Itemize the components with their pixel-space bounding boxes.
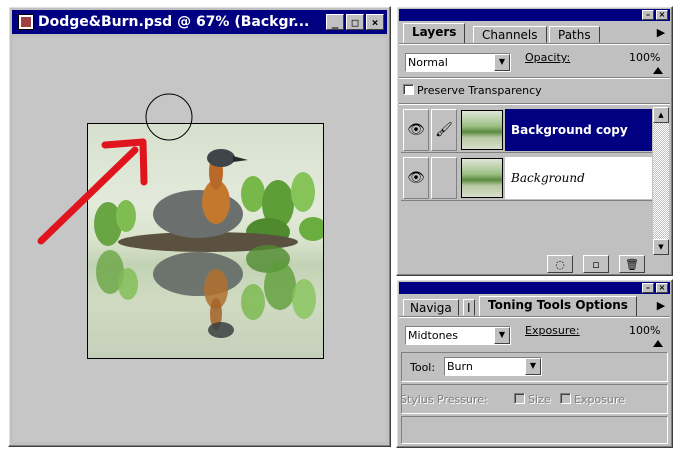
layers-scrollbar[interactable]: ▲ ▼	[653, 107, 669, 255]
stylus-pressure-label: Stylus Pressure:	[400, 393, 488, 406]
palette-menu-arrow-icon[interactable]: ▶	[654, 298, 668, 315]
opacity-label: Opacity:	[525, 51, 571, 64]
brush-icon[interactable]: 🖌	[431, 109, 457, 151]
minimize-button[interactable]: _	[326, 14, 344, 30]
tool-select[interactable]: Burn ▼	[444, 357, 542, 376]
layer-list: 👁 🖌 Background copy 👁 Background	[401, 107, 652, 255]
opacity-value: 100%	[629, 51, 661, 64]
document-canvas[interactable]	[13, 37, 386, 442]
photoshop-document-icon	[18, 14, 34, 30]
size-option[interactable]: Size	[514, 393, 551, 406]
chevron-down-icon[interactable]: ▼	[494, 327, 510, 344]
tab-channels[interactable]: Channels	[473, 26, 547, 43]
tool-label: Tool:	[410, 361, 436, 374]
layer-name: Background	[505, 157, 652, 199]
preserve-transparency-label: Preserve Transparency	[417, 84, 542, 97]
brush-cursor-circle	[145, 93, 193, 141]
exposure-checkbox[interactable]	[560, 393, 571, 404]
size-label: Size	[528, 393, 551, 406]
tab-divider	[399, 316, 670, 318]
opacity-slider-icon[interactable]	[653, 67, 663, 74]
layer-thumbnail	[461, 110, 503, 150]
list-divider	[399, 103, 670, 105]
exposure-label: Exposure:	[525, 324, 580, 337]
tool-row: Tool: Burn ▼	[401, 352, 668, 382]
new-layer-icon[interactable]: ▫	[583, 255, 609, 273]
palette-minimize-button[interactable]: –	[642, 10, 654, 20]
tab-navigator[interactable]: Naviga	[403, 299, 459, 316]
tab-toning-tools-options[interactable]: Toning Tools Options	[479, 296, 637, 316]
tab-paths[interactable]: Paths	[549, 26, 600, 43]
tab-info[interactable]: I	[463, 299, 475, 316]
toning-tabs: Naviga I Toning Tools Options ▶	[401, 296, 668, 316]
toning-options-palette: – × Naviga I Toning Tools Options ▶ Midt…	[396, 279, 673, 448]
preserve-transparency-checkbox[interactable]	[403, 84, 414, 95]
document-title: Dodge&Burn.psd @ 67% (Backgr...	[38, 14, 310, 30]
maximize-button[interactable]: □	[346, 14, 364, 30]
exposure-option[interactable]: Exposure	[560, 393, 625, 406]
tab-divider	[399, 43, 670, 45]
tool-value: Burn	[447, 360, 473, 373]
layers-palette-titlebar[interactable]: – ×	[399, 9, 670, 21]
palette-minimize-button[interactable]: –	[642, 283, 654, 293]
annotation-arrow	[37, 138, 148, 245]
size-checkbox[interactable]	[514, 393, 525, 404]
tab-layers[interactable]: Layers	[403, 23, 466, 43]
scroll-up-icon[interactable]: ▲	[653, 107, 669, 123]
chevron-down-icon[interactable]: ▼	[525, 358, 541, 375]
exposure-slider-icon[interactable]	[653, 340, 663, 347]
palette-close-button[interactable]: ×	[656, 10, 668, 20]
palette-close-button[interactable]: ×	[656, 283, 668, 293]
layers-footer: ◌ ▫ 🗑	[547, 255, 651, 273]
palette-menu-arrow-icon[interactable]: ▶	[654, 25, 668, 42]
empty-options-row	[401, 416, 668, 444]
layers-palette: – × Layers Channels Paths ▶ Normal ▼ Opa…	[396, 6, 673, 276]
preserve-transparency-option[interactable]: Preserve Transparency	[403, 84, 542, 97]
blend-mode-select[interactable]: Normal ▼	[405, 53, 511, 72]
link-slot[interactable]	[431, 157, 457, 199]
layer-thumbnail	[461, 158, 503, 198]
layer-row-background[interactable]: 👁 Background	[401, 155, 652, 201]
document-window: Dodge&Burn.psd @ 67% (Backgr... _ □ ×	[8, 6, 391, 447]
trash-icon[interactable]: 🗑	[619, 255, 645, 273]
eye-icon[interactable]: 👁	[403, 109, 429, 151]
exposure-value: 100%	[629, 324, 661, 337]
toning-palette-titlebar[interactable]: – ×	[399, 282, 670, 294]
stylus-pressure-row: Stylus Pressure: Size Exposure	[400, 384, 668, 414]
layer-name: Background copy	[505, 109, 652, 151]
chevron-down-icon[interactable]: ▼	[494, 54, 510, 71]
layers-tabs: Layers Channels Paths ▶	[401, 23, 668, 43]
eye-icon[interactable]: 👁	[403, 157, 429, 199]
layer-row-background-copy[interactable]: 👁 🖌 Background copy	[401, 107, 652, 153]
scroll-down-icon[interactable]: ▼	[653, 239, 669, 255]
mask-icon[interactable]: ◌	[547, 255, 573, 273]
close-button[interactable]: ×	[366, 14, 384, 30]
range-value: Midtones	[408, 329, 459, 342]
options-divider	[399, 77, 670, 79]
exposure-checkbox-label: Exposure	[574, 393, 625, 406]
document-titlebar[interactable]: Dodge&Burn.psd @ 67% (Backgr... _ □ ×	[12, 10, 387, 34]
blend-mode-value: Normal	[408, 56, 448, 69]
brush-cursor-overlay	[37, 93, 193, 245]
range-select[interactable]: Midtones ▼	[405, 326, 511, 345]
